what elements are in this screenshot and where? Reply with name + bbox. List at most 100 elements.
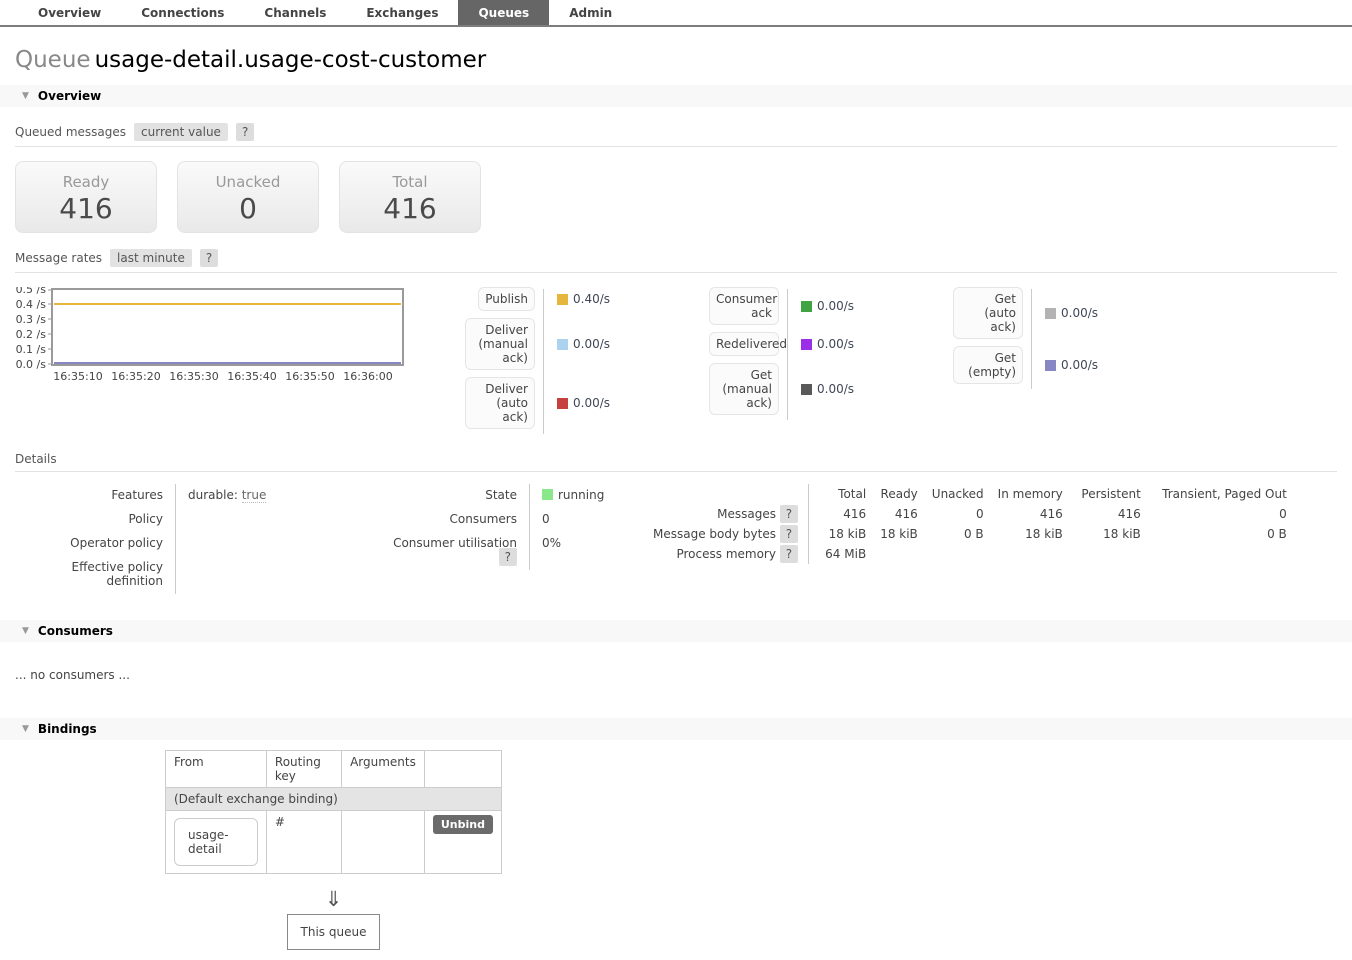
redelivered-color-swatch [801, 339, 812, 350]
legend-row-get-empty: Get (empty) 0.00/s [943, 346, 1113, 384]
deliver-auto-ack-legend-button[interactable]: Deliver (auto ack) [465, 377, 535, 429]
section-consumers-toggle[interactable]: ▼ Consumers [0, 620, 1352, 642]
message-rates-heading: Message rates last minute ? [15, 249, 1337, 273]
consumer-ack-color-swatch [801, 301, 812, 312]
legend-column-2: Consumer ack 0.00/s Redelivered 0.00/s G… [699, 287, 869, 422]
page-title-prefix: Queue [15, 47, 91, 73]
operator-policy-label: Operator policy [15, 532, 175, 556]
durable-key: durable: [188, 488, 238, 502]
features-group: Features durable: true Policy Operator p… [15, 484, 365, 594]
xtick-0: 16:35:10 [53, 370, 102, 383]
top-tab-bar: Overview Connections Channels Exchanges … [0, 0, 1352, 27]
message-rates-mode-button[interactable]: last minute [110, 249, 192, 267]
message-rates-help-icon[interactable]: ? [200, 249, 218, 267]
message-stats-table: Total Ready Unacked In memory Persistent… [653, 484, 1287, 564]
consumer-utilisation-help-icon[interactable]: ? [499, 548, 517, 566]
body-bytes-help-icon[interactable]: ? [780, 525, 798, 543]
bindings-table: From Routing key Arguments (Default exch… [165, 750, 502, 874]
xtick-4: 16:35:50 [285, 370, 334, 383]
legend-row-deliver-auto: Deliver (auto ack) 0.00/s [455, 377, 625, 429]
default-binding-row: (Default exchange binding) [166, 788, 502, 811]
publish-legend-button[interactable]: Publish [478, 287, 535, 311]
get-auto-ack-rate-value: 0.00/s [1061, 306, 1098, 320]
legend-column-1: Publish 0.40/s Deliver (manual ack) 0.00… [455, 287, 625, 436]
page-title: Queueusage-detail.usage-cost-customer [15, 47, 1352, 73]
stats-col-total: Total [809, 484, 867, 504]
messages-transient: 0 [1141, 504, 1287, 524]
bindings-col-arguments: Arguments [342, 751, 425, 788]
queued-messages-heading: Queued messages current value ? [15, 123, 1337, 147]
queued-messages-cards: Ready 416 Unacked 0 Total 416 [15, 161, 1337, 233]
tab-overview[interactable]: Overview [18, 0, 121, 25]
details-label: Details [15, 452, 57, 466]
source-exchange-link[interactable]: usage-detail [174, 818, 258, 866]
section-consumers-label: Consumers [38, 624, 113, 638]
legend-row-redelivered: Redelivered 0.00/s [699, 332, 869, 356]
stats-col-in-memory: In memory [984, 484, 1063, 504]
messages-unacked: 0 [918, 504, 984, 524]
consumer-ack-legend-button[interactable]: Consumer ack [709, 287, 779, 325]
rates-chart-svg: 0.5 /s 0.4 /s 0.3 /s 0.2 /s 0.1 /s 0.0 /… [15, 287, 411, 384]
legend-row-publish: Publish 0.40/s [455, 287, 625, 311]
unbind-button[interactable]: Unbind [433, 815, 493, 834]
bindings-col-routing-key: Routing key [266, 751, 341, 788]
default-exchange-note: (Default exchange binding) [166, 788, 502, 811]
redelivered-legend-button[interactable]: Redelivered [709, 332, 779, 356]
running-state-swatch [542, 489, 553, 500]
body-bytes-unacked: 0 B [918, 524, 984, 544]
queued-messages-help-icon[interactable]: ? [236, 123, 254, 141]
this-queue-box: This queue [287, 914, 381, 950]
collapse-triangle-icon: ▼ [22, 91, 29, 101]
bindings-header-row: From Routing key Arguments [166, 751, 502, 788]
bindings-col-action [424, 751, 501, 788]
consumer-ack-rate-value: 0.00/s [817, 299, 854, 313]
section-bindings-toggle[interactable]: ▼ Bindings [0, 718, 1352, 740]
legend-row-deliver-manual: Deliver (manual ack) 0.00/s [455, 318, 625, 370]
stats-col-persistent: Persistent [1063, 484, 1141, 504]
stats-col-transient: Transient, Paged Out [1141, 484, 1287, 504]
ytick-0: 0.5 /s [16, 287, 47, 296]
redelivered-rate-value: 0.00/s [817, 337, 854, 351]
unacked-card-label: Unacked [178, 173, 318, 191]
ytick-4: 0.1 /s [16, 343, 47, 356]
tab-queues[interactable]: Queues [458, 0, 549, 25]
messages-help-icon[interactable]: ? [780, 505, 798, 523]
publish-color-swatch [557, 294, 568, 305]
messages-in-memory: 416 [984, 504, 1063, 524]
get-auto-ack-legend-button[interactable]: Get (auto ack) [953, 287, 1023, 339]
get-empty-rate-value: 0.00/s [1061, 358, 1098, 372]
tab-admin[interactable]: Admin [549, 0, 632, 25]
state-value: running [529, 484, 641, 508]
stats-header-row: Total Ready Unacked In memory Persistent… [653, 484, 1287, 504]
binding-arrow-icon: ⇓ [165, 887, 502, 911]
get-empty-legend-button[interactable]: Get (empty) [953, 346, 1023, 384]
message-rates-label: Message rates [15, 251, 102, 265]
tab-connections[interactable]: Connections [121, 0, 244, 25]
get-manual-ack-legend-button[interactable]: Get (manual ack) [709, 363, 779, 415]
process-memory-help-icon[interactable]: ? [780, 545, 798, 563]
queue-name: usage-detail.usage-cost-customer [95, 47, 487, 73]
ytick-5: 0.0 /s [16, 358, 47, 371]
total-card: Total 416 [339, 161, 481, 233]
consumer-utilisation-value: 0% [529, 532, 641, 570]
section-overview-toggle[interactable]: ▼ Overview [0, 85, 1352, 107]
durable-value[interactable]: true [242, 488, 267, 503]
tab-exchanges[interactable]: Exchanges [346, 0, 458, 25]
ready-card-value: 416 [16, 192, 156, 225]
body-bytes-ready: 18 kiB [866, 524, 918, 544]
messages-total: 416 [809, 504, 867, 524]
policy-value [175, 508, 365, 532]
collapse-triangle-icon: ▼ [22, 626, 29, 636]
tab-channels[interactable]: Channels [244, 0, 346, 25]
deliver-manual-ack-legend-button[interactable]: Deliver (manual ack) [465, 318, 535, 370]
get-auto-ack-color-swatch [1045, 308, 1056, 319]
section-bindings-label: Bindings [38, 722, 97, 736]
get-manual-ack-color-swatch [801, 384, 812, 395]
queued-messages-mode-button[interactable]: current value [134, 123, 228, 141]
consumer-utilisation-label: Consumer utilisation ? [371, 532, 529, 570]
process-memory-total: 64 MiB [809, 544, 867, 564]
collapse-triangle-icon: ▼ [22, 724, 29, 734]
ready-card-label: Ready [16, 173, 156, 191]
bindings-panel: From Routing key Arguments (Default exch… [165, 750, 502, 960]
state-label: State [371, 484, 529, 508]
